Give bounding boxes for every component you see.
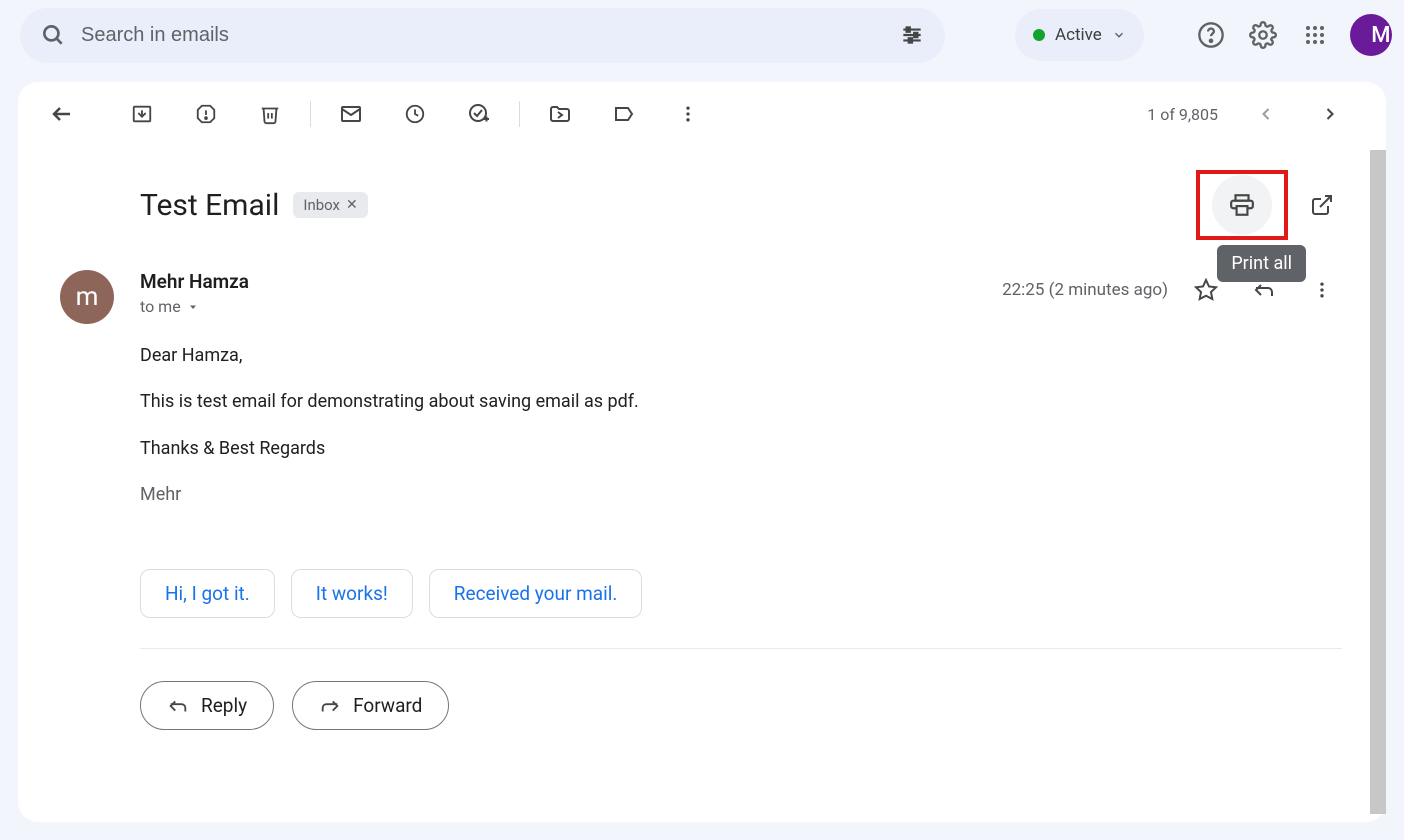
prev-page-icon[interactable] <box>1246 94 1286 134</box>
reply-arrow-icon <box>167 695 189 717</box>
status-label: Active <box>1055 25 1102 45</box>
timestamp: 22:25 (2 minutes ago) <box>1002 280 1168 300</box>
add-task-icon[interactable] <box>459 94 499 134</box>
toolbar-separator <box>310 101 311 127</box>
sender-to[interactable]: to me <box>140 297 1002 316</box>
forward-arrow-icon <box>319 695 341 717</box>
body-line: This is test email for demonstrating abo… <box>140 390 1342 414</box>
reply-label: Reply <box>201 694 247 717</box>
back-icon[interactable] <box>42 94 82 134</box>
print-icon <box>1229 192 1255 218</box>
email-toolbar: 1 of 9,805 <box>18 82 1386 146</box>
status-dot-icon <box>1033 29 1045 41</box>
open-new-window-icon[interactable] <box>1302 185 1342 225</box>
subject-actions <box>1196 170 1342 240</box>
sender-avatar[interactable]: m <box>60 270 114 324</box>
search-icon <box>40 22 66 48</box>
archive-icon[interactable] <box>122 94 162 134</box>
next-page-icon[interactable] <box>1310 94 1350 134</box>
sender-row: m Mehr Hamza to me 22:25 (2 minutes ago) <box>18 240 1386 324</box>
smart-reply-1[interactable]: Hi, I got it. <box>140 569 275 618</box>
print-highlight <box>1196 170 1288 240</box>
smart-reply-2[interactable]: It works! <box>291 569 413 618</box>
body-greeting: Dear Hamza, <box>140 344 1342 368</box>
topbar-right: M <box>1190 14 1392 56</box>
reply-row: Reply Forward <box>18 649 1386 730</box>
sender-name: Mehr Hamza <box>140 270 1002 293</box>
sender-initial: m <box>76 282 99 312</box>
move-to-icon[interactable] <box>540 94 580 134</box>
body-closing: Thanks & Best Regards <box>140 437 1342 461</box>
forward-button[interactable]: Forward <box>292 681 449 730</box>
print-tooltip: Print all <box>1217 245 1306 282</box>
subject-row: Test Email Inbox ✕ <box>18 146 1386 240</box>
scrollbar[interactable] <box>1370 150 1386 814</box>
email-subject: Test Email <box>140 188 279 223</box>
forward-label: Forward <box>353 694 422 717</box>
snooze-icon[interactable] <box>395 94 435 134</box>
label-chip-close-icon[interactable]: ✕ <box>346 197 358 213</box>
toolbar-separator <box>519 101 520 127</box>
apps-grid-icon[interactable] <box>1294 14 1336 56</box>
label-chip-text: Inbox <box>303 196 340 214</box>
email-body: Dear Hamza, This is test email for demon… <box>18 324 1386 507</box>
body-signature: Mehr <box>140 483 1342 507</box>
profile-avatar[interactable]: M <box>1350 14 1392 56</box>
profile-initial: M <box>1371 23 1390 48</box>
spam-icon[interactable] <box>186 94 226 134</box>
smart-reply-3[interactable]: Received your mail. <box>429 569 643 618</box>
page-info: 1 of 9,805 <box>1147 105 1218 124</box>
email-panel: 1 of 9,805 Test Email Inbox ✕ <box>18 82 1386 822</box>
labels-icon[interactable] <box>604 94 644 134</box>
label-chip[interactable]: Inbox ✕ <box>293 192 367 218</box>
sender-info: Mehr Hamza to me <box>140 270 1002 316</box>
smart-replies: Hi, I got it. It works! Received your ma… <box>18 529 1386 618</box>
mark-unread-icon[interactable] <box>331 94 371 134</box>
help-icon[interactable] <box>1190 14 1232 56</box>
settings-icon[interactable] <box>1242 14 1284 56</box>
chevron-down-icon <box>1112 28 1126 42</box>
topbar: Active M <box>0 0 1404 70</box>
details-dropdown-icon[interactable] <box>187 301 199 313</box>
search-input[interactable] <box>81 24 884 47</box>
more-icon[interactable] <box>668 94 708 134</box>
status-pill[interactable]: Active <box>1015 9 1144 61</box>
reply-button[interactable]: Reply <box>140 681 274 730</box>
delete-icon[interactable] <box>250 94 290 134</box>
message-more-icon[interactable] <box>1302 270 1342 310</box>
print-button[interactable] <box>1212 175 1272 235</box>
search-box[interactable] <box>20 8 945 63</box>
to-text: to me <box>140 297 181 316</box>
search-options-icon[interactable] <box>899 22 925 48</box>
